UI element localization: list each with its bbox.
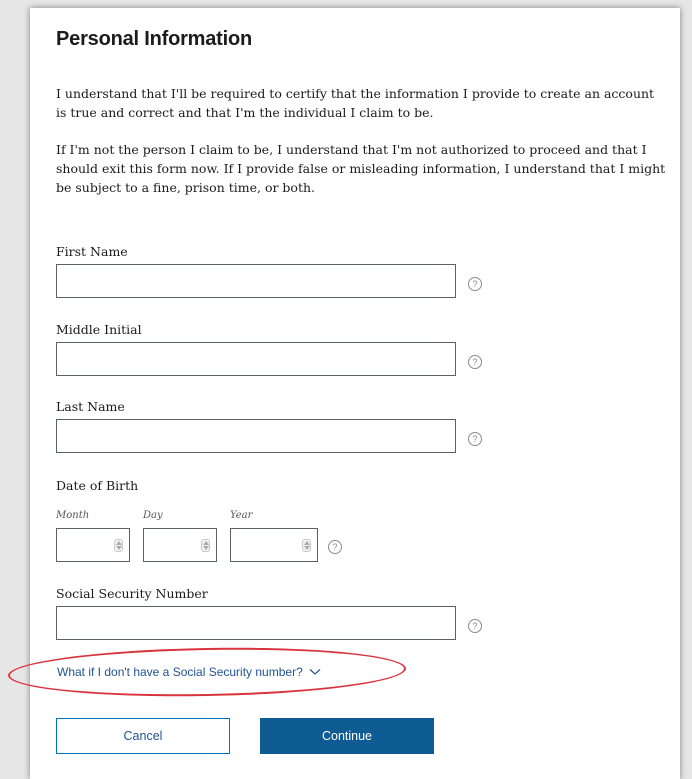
middle-initial-input[interactable] [56, 342, 456, 376]
warning-paragraph: If I'm not the person I claim to be, I u… [56, 142, 666, 195]
spinner-icon[interactable] [302, 539, 311, 552]
personal-information-card: Personal Information I understand that I… [7, 8, 680, 779]
last-name-input[interactable] [56, 419, 456, 453]
ssn-label: Social Security Number [56, 586, 208, 601]
spinner-icon[interactable] [201, 539, 210, 552]
year-label: Year [230, 510, 253, 521]
year-input[interactable] [230, 528, 318, 562]
continue-button[interactable]: Continue [260, 718, 434, 754]
certify-paragraph: I understand that I'll be required to ce… [56, 86, 655, 120]
first-name-label: First Name [56, 244, 128, 259]
first-name-input[interactable] [56, 264, 456, 298]
spinner-icon[interactable] [114, 539, 123, 552]
last-name-label: Last Name [56, 399, 125, 414]
help-icon[interactable]: ? [468, 355, 482, 369]
help-icon[interactable]: ? [468, 277, 482, 291]
month-label: Month [56, 510, 90, 521]
page-title: Personal Information [56, 28, 253, 50]
ssn-input[interactable] [56, 606, 456, 640]
help-icon[interactable]: ? [468, 432, 482, 446]
day-input[interactable] [143, 528, 217, 562]
date-of-birth-label: Date of Birth [56, 478, 139, 493]
help-icon[interactable]: ? [468, 619, 482, 633]
month-input[interactable] [56, 528, 130, 562]
help-icon[interactable]: ? [328, 540, 342, 554]
annotation-circle [7, 644, 407, 700]
cancel-button[interactable]: Cancel [56, 718, 230, 754]
day-label: Day [143, 510, 163, 521]
middle-initial-label: Middle Initial [56, 322, 142, 337]
